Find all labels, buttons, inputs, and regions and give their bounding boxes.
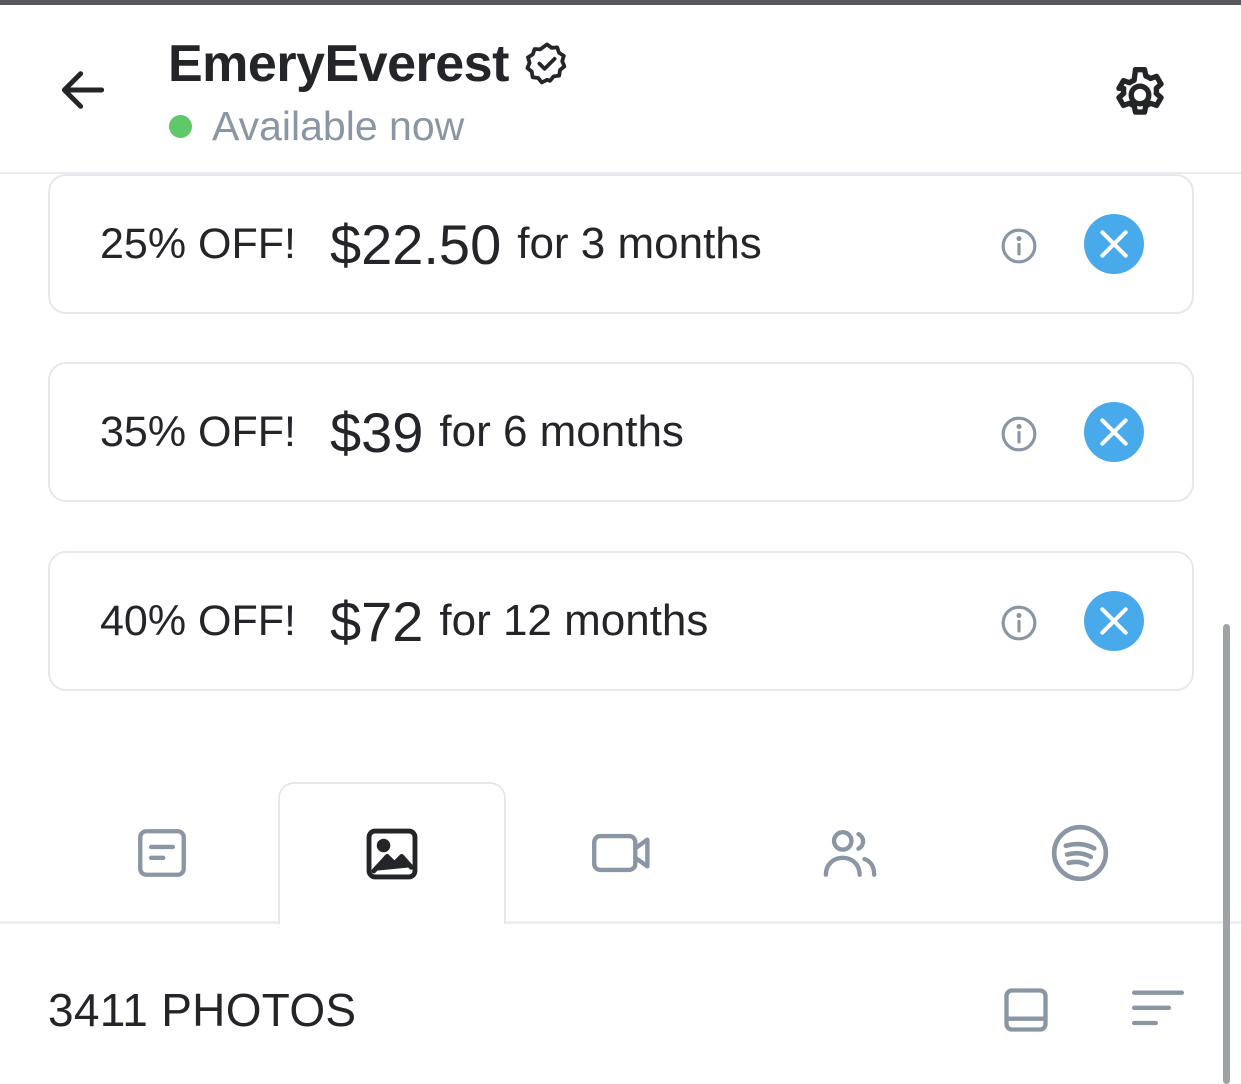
offer-period: for 3 months [517,219,762,268]
remove-offer-button[interactable] [1084,591,1144,651]
sort-icon [1131,990,1184,1026]
video-icon [592,833,650,873]
tab-photos[interactable] [278,782,506,927]
info-icon[interactable] [1000,604,1038,642]
layout-toggle-button[interactable] [998,982,1054,1038]
offer-price: $39 [329,400,424,464]
offer-price: $72 [329,589,424,653]
subscription-offer[interactable]: 40% OFF! $72 for 12 months [48,551,1194,691]
subscription-offer[interactable]: 25% OFF! $22.50 for 3 months [48,174,1194,314]
tab-friends[interactable] [736,782,964,924]
scrollbar[interactable] [1223,624,1230,1084]
tab-videos[interactable] [508,782,736,924]
offer-period: for 12 months [439,596,709,645]
info-icon[interactable] [1000,415,1038,453]
media-count: 3411 PHOTOS [48,984,357,1036]
close-icon [1100,230,1128,258]
back-button[interactable] [50,57,116,123]
layout-icon [1004,988,1048,1032]
profile-title: EmeryEverest Available now [168,33,571,151]
subscription-offer[interactable]: 35% OFF! $39 for 6 months [48,362,1194,502]
close-icon [1100,418,1128,446]
offer-discount: 40% OFF! [100,596,296,645]
profile-header: EmeryEverest Available now [0,5,1241,174]
remove-offer-button[interactable] [1084,402,1144,462]
online-status-dot [169,114,192,138]
spotify-icon [1051,824,1109,882]
username: EmeryEverest [168,35,509,93]
arrow-left-icon [61,71,105,109]
close-icon [1100,607,1128,635]
people-icon [823,830,877,877]
image-icon [366,828,418,880]
gear-icon [1116,67,1164,115]
post-icon [138,829,186,877]
offer-discount: 35% OFF! [100,407,296,456]
offer-discount: 25% OFF! [100,219,296,268]
info-icon[interactable] [1000,227,1038,265]
verified-badge-icon [523,40,571,88]
sort-button[interactable] [1126,982,1190,1038]
offer-price: $22.50 [329,212,502,276]
tab-spotify[interactable] [966,782,1194,924]
settings-button[interactable] [1100,55,1180,135]
remove-offer-button[interactable] [1084,214,1144,274]
status-text: Available now [212,103,465,149]
offer-period: for 6 months [439,407,684,456]
tab-posts[interactable] [48,782,276,924]
